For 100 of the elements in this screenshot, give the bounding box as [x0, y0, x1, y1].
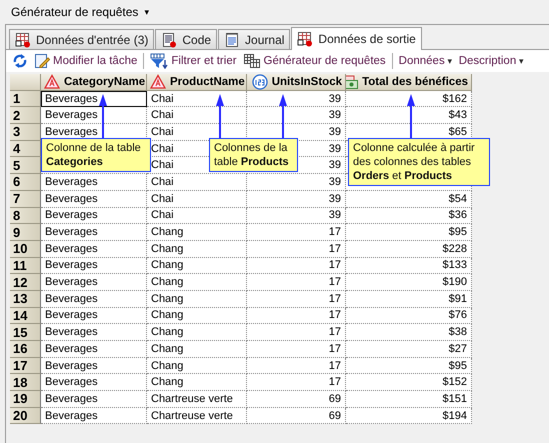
table-cell: Beverages — [45, 276, 98, 288]
table-cell: 69 — [328, 392, 341, 405]
row-number: 15 — [10, 324, 41, 341]
table-cell: 39 — [328, 126, 341, 138]
table-cell: Beverages — [45, 259, 98, 272]
table-cell: Beverages — [45, 342, 98, 355]
tab[interactable]: Données d'entrée (3) — [9, 29, 154, 49]
table-cell: $194 — [442, 410, 467, 422]
table-cell: Chang — [151, 276, 184, 288]
callout-note: Colonnes de la table Products — [209, 138, 298, 172]
column-header[interactable]: UnitsInStock — [247, 74, 346, 91]
tab[interactable]: Données de sortie — [291, 27, 422, 50]
row-number: 2 — [10, 107, 41, 124]
table-cell: $151 — [442, 392, 467, 405]
table-cell: $27 — [448, 342, 467, 355]
table-cell: Chang — [151, 342, 184, 355]
triangle-icon — [44, 74, 60, 90]
table-cell: $133 — [442, 259, 467, 272]
table-cell: Beverages — [45, 242, 98, 255]
toolbar-button[interactable]: Modifier la tâche — [32, 52, 140, 70]
table-cell: Chai — [151, 192, 174, 205]
table-cell: $91 — [448, 292, 467, 305]
table-cell: Chai — [151, 126, 174, 138]
column-header[interactable]: Total des bénéfices — [346, 74, 472, 91]
row-number: 17 — [10, 358, 41, 374]
row-number: 4 — [10, 140, 41, 158]
dropdown-button[interactable]: Données ▾ — [396, 54, 455, 68]
table-cell: Chang — [151, 259, 184, 272]
table-cell: 39 — [328, 209, 341, 222]
table-cell: 69 — [328, 410, 341, 422]
table-cell: Chai — [151, 176, 174, 188]
pencil-page-icon — [34, 53, 50, 69]
table-cell: 39 — [328, 142, 341, 155]
tab[interactable]: Journal — [218, 29, 290, 49]
table-cell: 17 — [328, 376, 341, 388]
table-cell: Chang — [151, 326, 184, 338]
caret-icon: ▾ — [448, 56, 453, 66]
table-cell: Beverages — [45, 376, 98, 388]
table-cell: 17 — [328, 360, 341, 372]
column-header[interactable]: ProductName — [147, 74, 247, 91]
dropdown-button[interactable]: Description ▾ — [456, 54, 526, 68]
row-number: 19 — [10, 391, 41, 408]
arrow — [216, 94, 224, 138]
callout-note: Colonne de la table Categories — [41, 138, 151, 172]
table-cell: 17 — [328, 326, 341, 338]
table-icon — [15, 32, 31, 48]
table-cell: Beverages — [45, 410, 98, 422]
query-builder-menu[interactable]: Générateur de requêtes ▾ — [10, 3, 150, 21]
table-cell: Chartreuse verte — [151, 392, 233, 405]
table-cell: Chang — [151, 309, 184, 322]
table-cell: 17 — [328, 292, 341, 305]
row-number: 9 — [10, 224, 41, 241]
table-cell: $54 — [448, 192, 467, 205]
row-number: 10 — [10, 240, 41, 258]
table-cell: $190 — [442, 276, 467, 288]
table-cell: $162 — [442, 92, 467, 105]
table-cell: $43 — [448, 109, 467, 122]
table-cell: $38 — [448, 326, 467, 338]
row-number: 8 — [10, 208, 41, 224]
table-cell: 39 — [328, 109, 341, 122]
table-cell: $95 — [448, 360, 467, 372]
table-cell: Beverages — [45, 360, 98, 372]
table-cell: 39 — [328, 92, 341, 105]
table-cell: Beverages — [45, 309, 98, 322]
row-number: 18 — [10, 374, 41, 392]
table-cell: 17 — [328, 309, 341, 322]
table-cell: 17 — [328, 242, 341, 255]
column-header[interactable]: CategoryName — [41, 74, 147, 91]
callout-note: Colonne calculée à partir des colonnes des tables Orders et Products — [348, 138, 490, 186]
table-cell: $65 — [448, 126, 467, 138]
arrow — [279, 94, 287, 138]
toolbar-button[interactable]: Filtrer et trier — [148, 52, 239, 70]
tab[interactable]: Code — [155, 29, 218, 49]
table-cell: Beverages — [45, 176, 98, 188]
row-number: 3 — [10, 124, 41, 141]
toolbar-button[interactable]: Générateur de requêtes — [240, 52, 388, 70]
table-cell: Beverages — [45, 292, 98, 305]
row-number: 13 — [10, 290, 41, 308]
table-cell: $36 — [448, 209, 467, 222]
row-number: 11 — [10, 258, 41, 274]
caret-icon: ▾ — [144, 7, 150, 17]
table-cell: $228 — [442, 242, 467, 255]
table-cell: Chang — [151, 226, 184, 238]
row-number: 6 — [10, 174, 41, 191]
table-cell: 17 — [328, 342, 341, 355]
row-number: 7 — [10, 190, 41, 208]
table-cell: Beverages — [45, 92, 98, 105]
table-cell: Beverages — [45, 109, 98, 122]
table-cell: Beverages — [45, 226, 98, 238]
table-cell: Chai — [151, 209, 174, 222]
table-cell: Beverages — [45, 392, 98, 405]
corner-header — [10, 74, 41, 91]
arrow — [407, 94, 415, 138]
table-cell: $76 — [448, 309, 467, 322]
row-number: 20 — [10, 408, 41, 424]
table-cell: Beverages — [45, 126, 98, 138]
table-cell: Chartreuse verte — [151, 410, 233, 422]
table-cell: Chang — [151, 292, 184, 305]
table-cell: Chang — [151, 376, 184, 388]
filter-icon — [150, 53, 168, 69]
